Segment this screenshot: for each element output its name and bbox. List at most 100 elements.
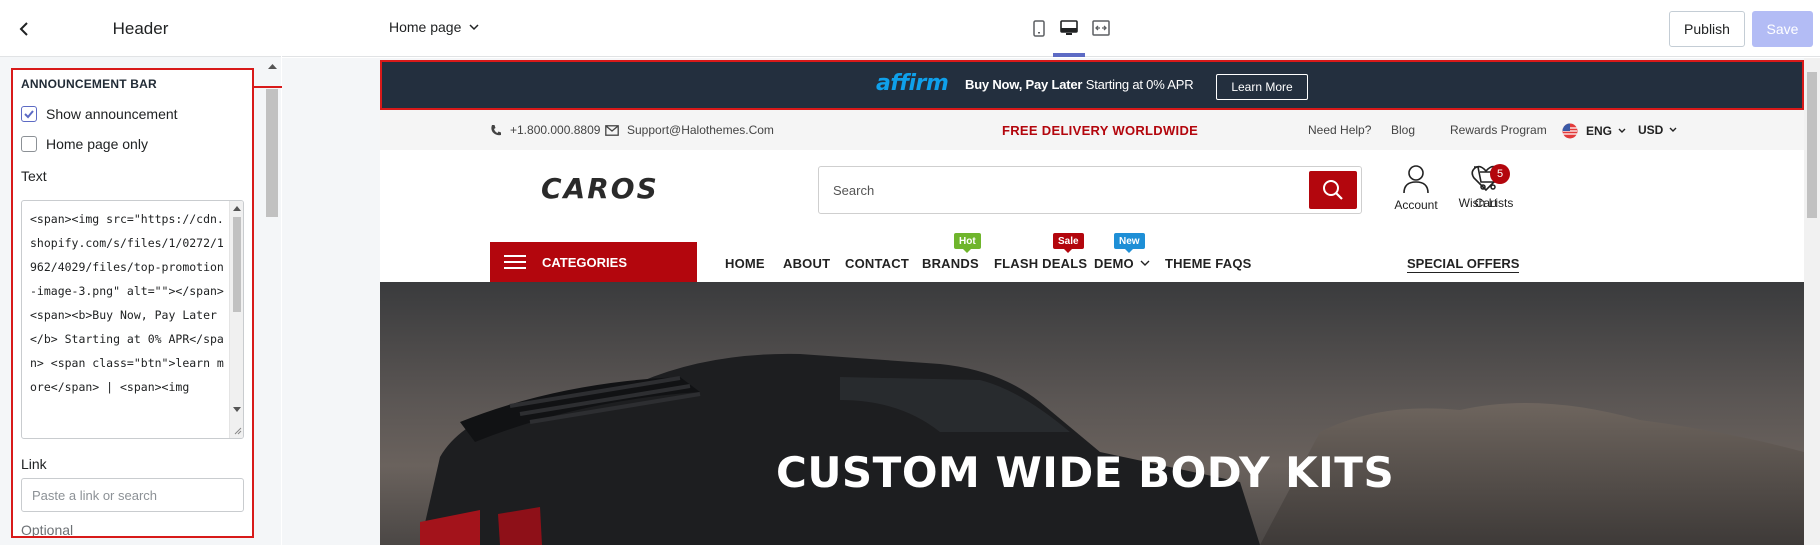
- nav-theme-faqs[interactable]: THEME FAQS: [1165, 256, 1252, 271]
- textarea-scrollbar[interactable]: [229, 201, 243, 438]
- store-frame: affirm Buy Now, Pay Later Starting at 0%…: [380, 60, 1804, 545]
- cart-count-badge: 5: [1490, 164, 1510, 184]
- sale-badge: Sale: [1053, 233, 1084, 253]
- search-bar: [818, 166, 1362, 214]
- link-label: Link: [21, 456, 47, 472]
- chevron-down-icon: [1669, 127, 1677, 132]
- mobile-view-button[interactable]: [1028, 17, 1050, 39]
- nav-flash-deals[interactable]: FLASH DEALS: [994, 256, 1087, 271]
- checkbox-label: Home page only: [46, 136, 148, 152]
- blog-link[interactable]: Blog: [1391, 123, 1415, 137]
- announcement-settings-panel: ANNOUNCEMENT BAR Show announcement Home …: [11, 68, 254, 538]
- search-button[interactable]: [1309, 171, 1357, 209]
- mobile-icon: [1033, 19, 1045, 37]
- nav-demo[interactable]: DEMO: [1094, 256, 1150, 271]
- active-device-indicator: [1053, 53, 1085, 57]
- categories-label: CATEGORIES: [542, 254, 627, 270]
- new-badge: New: [1114, 233, 1145, 253]
- nav-home[interactable]: HOME: [725, 256, 765, 271]
- main-navigation: CATEGORIES HOME ABOUT CONTACT BRANDS Hot…: [380, 230, 1804, 282]
- hero-title: CUSTOM WIDE BODY KITS: [776, 448, 1395, 497]
- checkbox-checked[interactable]: [21, 106, 37, 122]
- language-label: ENG: [1586, 124, 1613, 138]
- car-image: [420, 353, 1804, 545]
- store-header: CAROS Account Wish Lists Car: [380, 150, 1804, 230]
- textarea-scroll-thumb[interactable]: [233, 217, 241, 312]
- categories-menu-button[interactable]: CATEGORIES: [490, 242, 697, 282]
- store-logo[interactable]: CAROS: [541, 172, 659, 205]
- search-input[interactable]: [833, 167, 1293, 213]
- cart-label: Cart: [1474, 196, 1498, 210]
- checkmark-icon: [24, 110, 34, 119]
- sidebar-scroll-thumb[interactable]: [266, 89, 278, 217]
- announcement-bold-text: Buy Now, Pay Later: [965, 77, 1083, 92]
- scroll-down-icon[interactable]: [233, 407, 241, 413]
- email-link[interactable]: Support@Halothemes.Com: [605, 123, 774, 137]
- nav-contact[interactable]: CONTACT: [845, 256, 909, 271]
- save-button[interactable]: Save: [1752, 11, 1813, 47]
- special-offers-link[interactable]: SPECIAL OFFERS: [1407, 256, 1520, 273]
- announcement-text: Buy Now, Pay Later Starting at 0% APR: [965, 77, 1194, 92]
- desktop-icon: [1060, 20, 1078, 35]
- chevron-down-icon: [1618, 128, 1626, 133]
- nav-about[interactable]: ABOUT: [783, 256, 830, 271]
- hamburger-icon: [504, 255, 526, 269]
- phone-link[interactable]: +1.800.000.8809: [490, 123, 600, 137]
- language-selector[interactable]: ENG: [1562, 123, 1626, 139]
- account-link[interactable]: Account: [1388, 164, 1444, 212]
- sidebar-header: Header: [0, 0, 281, 57]
- section-title: ANNOUNCEMENT BAR: [21, 77, 157, 91]
- checkbox-unchecked[interactable]: [21, 136, 37, 152]
- badge-text: New: [1119, 235, 1140, 247]
- show-announcement-checkbox[interactable]: Show announcement: [21, 106, 178, 122]
- us-flag-icon: [1562, 123, 1578, 139]
- phone-icon: [491, 124, 501, 135]
- checkbox-label: Show announcement: [46, 106, 178, 122]
- desktop-view-button[interactable]: [1058, 17, 1080, 39]
- account-label: Account: [1394, 198, 1438, 212]
- currency-label: USD: [1638, 123, 1664, 137]
- theme-editor: Header ANNOUNCEMENT BAR Show announcemen…: [0, 0, 1820, 545]
- store-preview: affirm Buy Now, Pay Later Starting at 0%…: [282, 58, 1820, 545]
- hot-badge: Hot: [954, 233, 981, 253]
- announcement-bar[interactable]: affirm Buy Now, Pay Later Starting at 0%…: [380, 60, 1804, 110]
- resize-handle-icon[interactable]: [232, 425, 242, 435]
- text-textarea[interactable]: <span><img src="https://cdn.shopify.com/…: [21, 200, 244, 439]
- hero-banner[interactable]: CUSTOM WIDE BODY KITS: [380, 282, 1804, 545]
- sidebar-scrollbar[interactable]: [264, 57, 281, 545]
- phone-text: +1.800.000.8809: [510, 123, 601, 137]
- badge-text: Hot: [959, 235, 976, 247]
- help-link[interactable]: Need Help?: [1308, 123, 1371, 137]
- top-info-bar: +1.800.000.8809 Support@Halothemes.Com F…: [380, 110, 1804, 150]
- nav-demo-label: DEMO: [1094, 256, 1134, 271]
- editor-topbar: Home page Publish Save: [282, 0, 1820, 57]
- scroll-up-icon[interactable]: [268, 63, 277, 69]
- nav-brands[interactable]: BRANDS: [922, 256, 979, 271]
- free-delivery-text: FREE DELIVERY WORLDWIDE: [1002, 123, 1199, 138]
- chevron-down-icon: [1140, 260, 1150, 266]
- chevron-down-icon: [469, 23, 479, 30]
- scroll-up-icon[interactable]: [233, 205, 241, 211]
- fullscreen-view-button[interactable]: [1090, 17, 1112, 39]
- fullscreen-icon: [1092, 20, 1110, 36]
- mail-icon: [605, 124, 619, 136]
- affirm-logo-text: affirm: [876, 71, 949, 96]
- preview-scrollbar[interactable]: [1804, 58, 1820, 545]
- optional-hint: Optional: [21, 522, 74, 538]
- currency-selector[interactable]: USD: [1638, 123, 1677, 137]
- affirm-logo: affirm: [876, 71, 949, 96]
- page-selector[interactable]: Home page: [389, 19, 479, 35]
- link-input[interactable]: [21, 478, 244, 512]
- email-text: Support@Halothemes.Com: [627, 123, 774, 137]
- search-icon: [1323, 180, 1343, 200]
- editor-sidebar: Header ANNOUNCEMENT BAR Show announcemen…: [0, 0, 281, 545]
- badge-text: Sale: [1058, 235, 1079, 247]
- user-icon: [1403, 165, 1429, 194]
- preview-scroll-thumb[interactable]: [1807, 72, 1817, 218]
- publish-button[interactable]: Publish: [1669, 11, 1745, 47]
- text-label: Text: [21, 168, 47, 184]
- textarea-content[interactable]: <span><img src="https://cdn.shopify.com/…: [30, 207, 225, 399]
- rewards-link[interactable]: Rewards Program: [1450, 123, 1547, 137]
- learn-more-button[interactable]: Learn More: [1216, 74, 1308, 100]
- home-page-only-checkbox[interactable]: Home page only: [21, 136, 148, 152]
